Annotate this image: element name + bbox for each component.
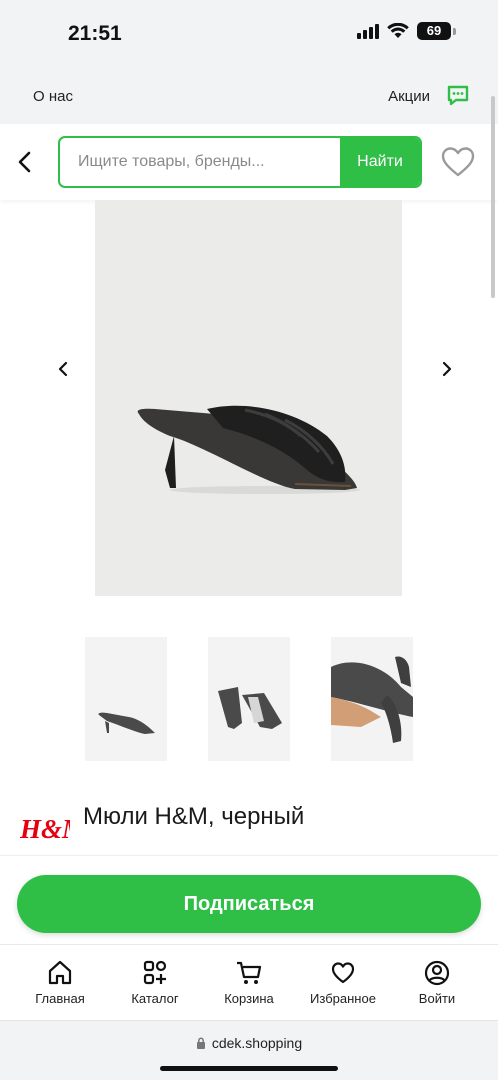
search-input[interactable] [78, 138, 338, 186]
tab-home[interactable]: Главная [15, 959, 105, 1006]
catalog-icon [143, 960, 167, 985]
about-link[interactable]: О нас [33, 88, 73, 105]
tab-home-label: Главная [35, 991, 85, 1006]
search-button[interactable]: Найти [340, 138, 420, 186]
mule-shoe-image [137, 405, 360, 494]
product-title: Мюли H&M, черный [83, 803, 305, 830]
tab-favorites[interactable]: Избранное [298, 959, 388, 1006]
lock-icon [196, 1037, 205, 1049]
chevron-left-icon[interactable] [54, 358, 74, 380]
product-main-photo[interactable] [95, 200, 402, 596]
bottom-tab-bar: Главная Каталог Корзина Избранное Войти [0, 944, 498, 1020]
home-indicator[interactable] [160, 1066, 338, 1071]
status-time: 21:51 [68, 22, 122, 45]
search-box: Найти [58, 136, 422, 188]
status-icons: 69 [357, 22, 456, 40]
thumbnail-1[interactable] [85, 637, 167, 761]
tab-cart[interactable]: Корзина [204, 959, 294, 1006]
tab-cart-label: Корзина [224, 991, 274, 1006]
status-bar: 21:51 69 [0, 0, 498, 70]
home-icon [48, 960, 72, 985]
divider [0, 855, 498, 856]
back-icon[interactable] [14, 149, 36, 175]
signal-icon [357, 23, 379, 39]
hm-brand-logo: H&M [20, 814, 70, 844]
wifi-icon [387, 23, 409, 38]
tab-login[interactable]: Войти [392, 959, 482, 1006]
promo-link[interactable]: Акции [388, 88, 430, 105]
cart-icon [237, 961, 262, 984]
battery-icon [453, 27, 456, 35]
scroll-indicator[interactable] [491, 96, 495, 298]
subscribe-button[interactable]: Подписаться [17, 875, 481, 933]
top-links-bar: О нас Акции [0, 70, 498, 124]
mule-side-thumbnail [98, 712, 155, 734]
url-text: cdek.shopping [211, 1035, 303, 1051]
hm-logo-text: H&M [20, 814, 70, 844]
tab-login-label: Войти [418, 991, 456, 1006]
tab-favorites-label: Избранное [310, 991, 376, 1006]
thumbnail-strip [0, 637, 498, 761]
tab-catalog-label: Каталог [131, 991, 179, 1006]
heart-icon [331, 962, 355, 984]
url-display: cdek.shopping [0, 1035, 498, 1051]
chevron-right-icon[interactable] [436, 358, 456, 380]
mule-closeup-thumbnail [331, 656, 413, 743]
search-header: Найти [0, 124, 498, 200]
tab-catalog[interactable]: Каталог [110, 959, 200, 1006]
thumbnail-3[interactable] [331, 637, 413, 761]
battery-level: 69 [417, 22, 451, 40]
chat-icon[interactable] [446, 84, 470, 108]
user-icon [424, 960, 450, 986]
mule-pair-thumbnail [218, 687, 282, 729]
browser-url-bar[interactable]: cdek.shopping [0, 1020, 498, 1080]
favorite-heart-icon[interactable] [440, 146, 476, 178]
thumbnail-2[interactable] [208, 637, 290, 761]
